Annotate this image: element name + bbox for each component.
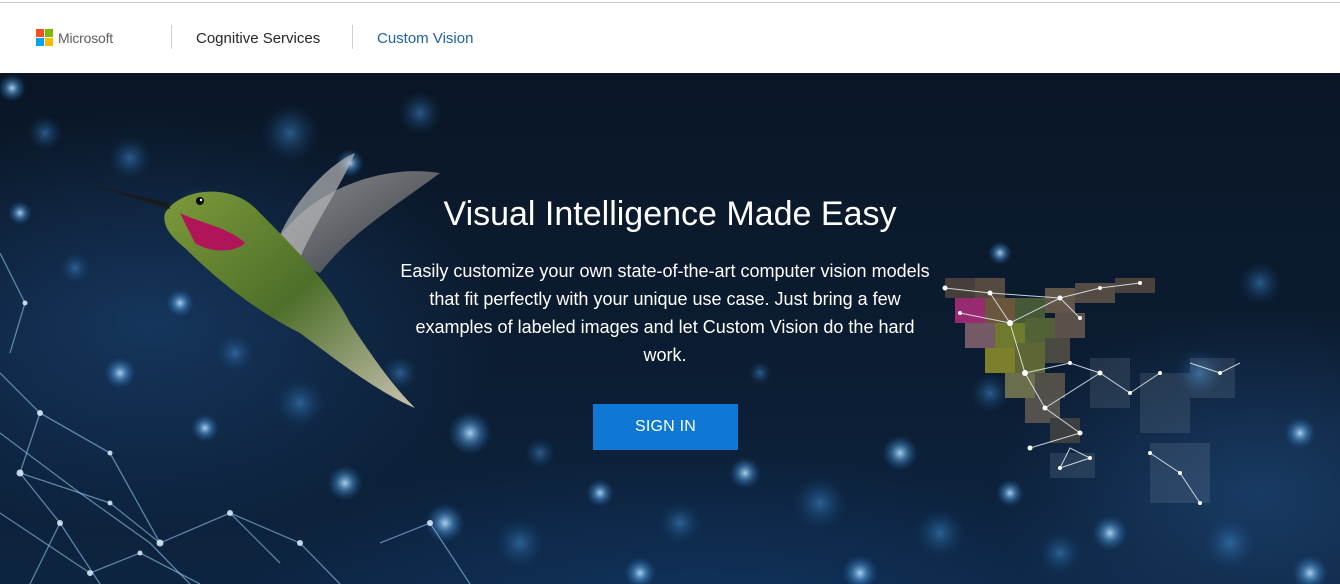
sign-in-button[interactable]: SIGN IN	[593, 404, 738, 450]
nav-custom-vision[interactable]: Custom Vision	[377, 30, 473, 47]
hero-description: Easily customize your own state-of-the-a…	[400, 261, 930, 365]
microsoft-wordmark: Microsoft	[58, 29, 113, 46]
site-header: Microsoft Cognitive Services Custom Visi…	[0, 3, 1340, 73]
microsoft-logo-icon	[36, 29, 53, 46]
nav-cognitive-services[interactable]: Cognitive Services	[196, 30, 320, 47]
header-divider	[352, 25, 353, 49]
hero-title: Visual Intelligence Made Easy	[443, 195, 897, 233]
header-divider	[171, 25, 172, 49]
hero-banner: Visual Intelligence Made Easy Easily cus…	[0, 73, 1340, 584]
microsoft-logo[interactable]: Microsoft	[36, 29, 113, 46]
